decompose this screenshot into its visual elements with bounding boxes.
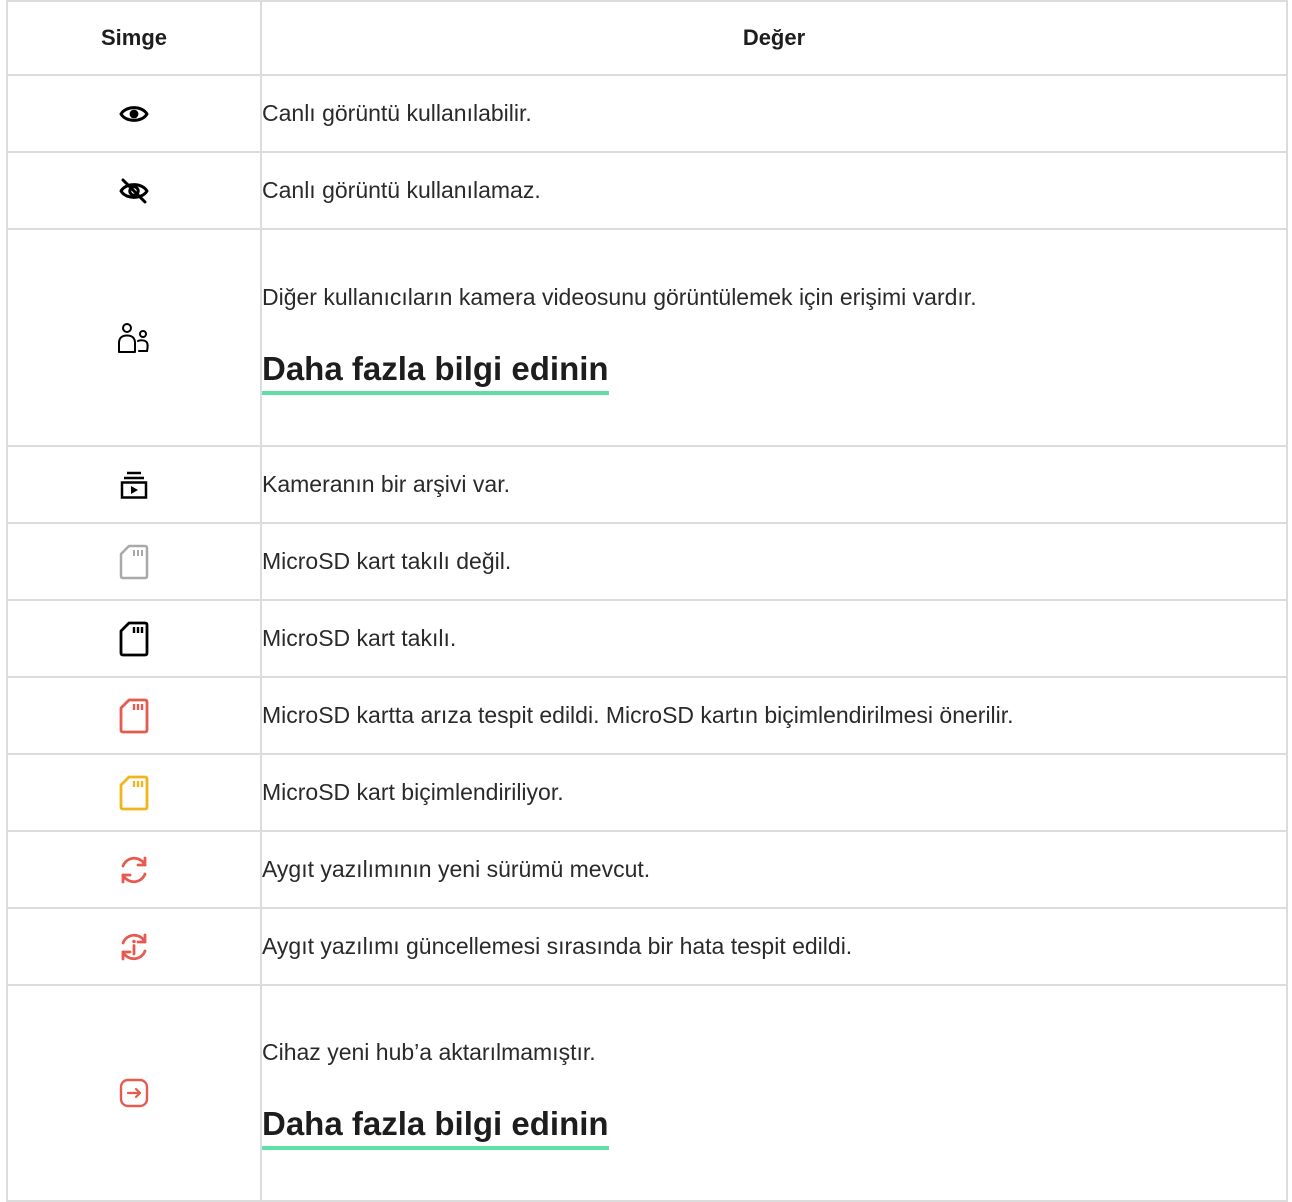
header-value: Değer: [260, 0, 1288, 76]
refresh-info-icon: [6, 907, 262, 986]
table-row: Diğer kullanıcıların kamera videosunu gö…: [6, 228, 1288, 447]
icons-table: Simge Değer Canlı görüntü kullanılabilir…: [6, 0, 1288, 1202]
table-header-row: Simge Değer: [6, 0, 1288, 76]
row-text: MicroSD kartta arıza tespit edildi. Micr…: [260, 676, 1288, 755]
refresh-icon: [6, 830, 262, 909]
row-cell: Cihaz yeni hub’a aktarılmamıştır. Daha f…: [260, 984, 1288, 1202]
transfer-icon: [6, 984, 262, 1202]
row-text: Canlı görüntü kullanılamaz.: [260, 151, 1288, 230]
row-text: MicroSD kart biçimlendiriliyor.: [260, 753, 1288, 832]
table-row: MicroSD kart takılı değil.: [6, 522, 1288, 601]
header-icon: Simge: [6, 0, 262, 76]
table-row: MicroSD kart biçimlendiriliyor.: [6, 753, 1288, 832]
row-text: Aygıt yazılımının yeni sürümü mevcut.: [260, 830, 1288, 909]
learn-more-link[interactable]: Daha fazla bilgi edinin: [262, 349, 609, 395]
sd-card-black-icon: [6, 599, 262, 678]
row-text: Kameranın bir arşivi var.: [260, 445, 1288, 524]
table-row: Canlı görüntü kullanılabilir.: [6, 74, 1288, 153]
row-cell: Diğer kullanıcıların kamera videosunu gö…: [260, 228, 1288, 447]
table-row: Aygıt yazılımının yeni sürümü mevcut.: [6, 830, 1288, 909]
row-text: MicroSD kart takılı.: [260, 599, 1288, 678]
row-text: Aygıt yazılımı güncellemesi sırasında bi…: [260, 907, 1288, 986]
row-text: Diğer kullanıcıların kamera videosunu gö…: [262, 283, 977, 310]
sd-card-red-icon: [6, 676, 262, 755]
row-text: MicroSD kart takılı değil.: [260, 522, 1288, 601]
sd-card-gray-icon: [6, 522, 262, 601]
archive-icon: [6, 445, 262, 524]
table-row: Cihaz yeni hub’a aktarılmamıştır. Daha f…: [6, 984, 1288, 1202]
eye-off-icon: [6, 151, 262, 230]
row-text: Cihaz yeni hub’a aktarılmamıştır.: [262, 1039, 596, 1065]
learn-more-link[interactable]: Daha fazla bilgi edinin: [262, 1104, 609, 1150]
table-row: Canlı görüntü kullanılamaz.: [6, 151, 1288, 230]
row-text: Canlı görüntü kullanılabilir.: [260, 74, 1288, 153]
users-icon: [6, 228, 262, 447]
table-row: Aygıt yazılımı güncellemesi sırasında bi…: [6, 907, 1288, 986]
table-row: MicroSD kart takılı.: [6, 599, 1288, 678]
table-row: MicroSD kartta arıza tespit edildi. Micr…: [6, 676, 1288, 755]
table-row: Kameranın bir arşivi var.: [6, 445, 1288, 524]
eye-icon: [6, 74, 262, 153]
sd-card-yellow-icon: [6, 753, 262, 832]
